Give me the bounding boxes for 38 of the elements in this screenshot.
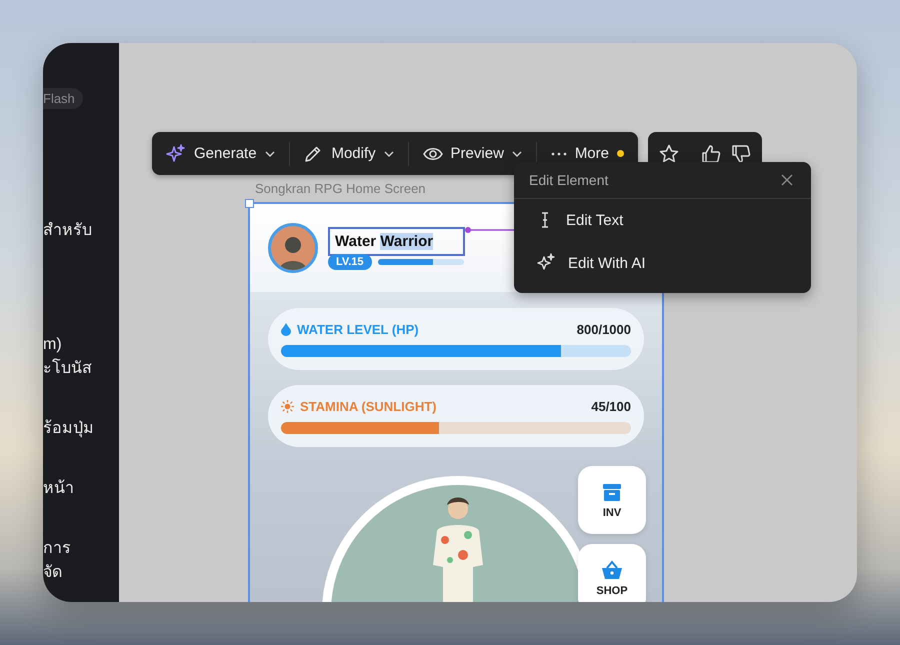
stat-label: STAMINA (SUNLIGHT) [300, 399, 438, 414]
chevron-down-icon [512, 150, 522, 156]
more-icon [550, 152, 567, 156]
chevron-down-icon [264, 150, 275, 156]
thumbs-down-icon [731, 144, 751, 164]
eye-icon [422, 146, 443, 160]
basket-icon [601, 560, 623, 580]
sidebar-text: จัด [43, 563, 63, 583]
stat-value: 800/1000 [576, 322, 631, 337]
sidebar-text: ะโบนัส [43, 358, 93, 379]
thumbs-up-icon [701, 144, 721, 164]
stat-value: 45/100 [591, 399, 631, 414]
modify-button[interactable]: Modify [297, 140, 400, 168]
sparkle-icon [166, 144, 186, 164]
generate-button[interactable]: Generate [160, 140, 281, 168]
stat-label: WATER LEVEL (HP) [297, 322, 420, 337]
inventory-button[interactable]: INV [578, 466, 646, 534]
box-icon [602, 482, 622, 502]
connector-line [464, 226, 514, 234]
sidebar-text: หน้า [43, 478, 75, 499]
water-drop-icon [281, 323, 291, 336]
model-chip[interactable]: Flash [43, 88, 83, 109]
level-badge: LV.15 [328, 254, 372, 270]
resize-handle[interactable] [245, 199, 254, 208]
player-name[interactable]: Water Warrior [328, 226, 466, 256]
sidebar-text: สำหรับ [43, 221, 93, 241]
close-icon[interactable] [781, 174, 793, 186]
menu-title: Edit Element [529, 172, 608, 188]
sidebar-text: m) [43, 335, 63, 355]
avatar [268, 223, 318, 273]
preview-button[interactable]: Preview [416, 141, 528, 166]
sidebar-text: ร้อมปุ่ม [43, 418, 94, 440]
sun-icon [281, 400, 294, 413]
sidebar-text: การ [43, 539, 72, 559]
shop-button[interactable]: SHOP [578, 544, 646, 602]
star-icon [659, 144, 679, 164]
chevron-down-icon [384, 150, 394, 156]
frame-title: Songkran RPG Home Screen [255, 181, 426, 196]
